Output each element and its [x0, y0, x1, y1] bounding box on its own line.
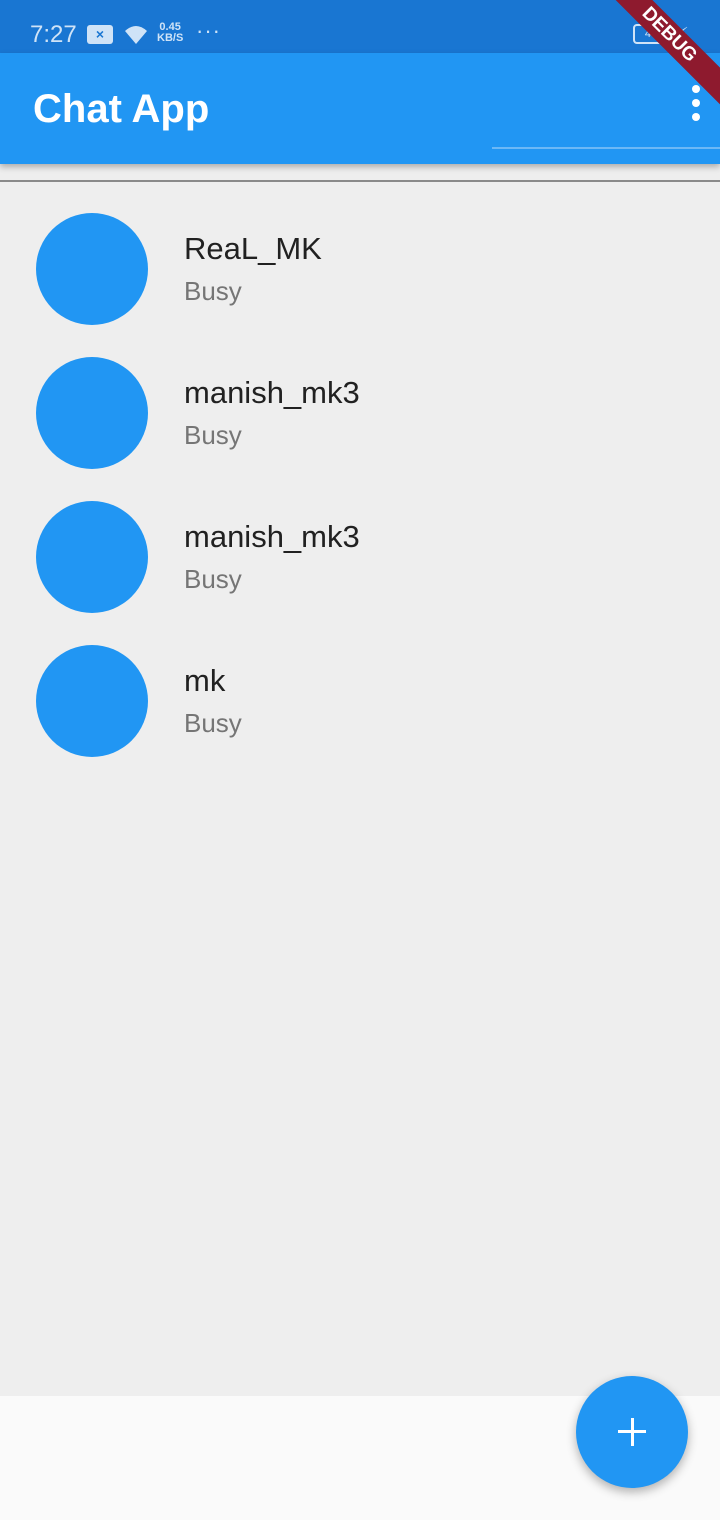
network-speed-unit: KB/S: [157, 32, 184, 44]
chat-name: manish_mk3: [184, 375, 360, 410]
avatar: [36, 501, 148, 613]
chat-list-item[interactable]: manish_mk3 Busy: [0, 501, 720, 645]
sim-no-service-icon: ×: [87, 25, 113, 44]
chat-name: ReaL_MK: [184, 231, 322, 266]
chat-status: Busy: [184, 564, 242, 594]
tab-indicator: [492, 147, 720, 149]
menu-dot: [692, 99, 700, 107]
menu-dot: [692, 113, 700, 121]
add-chat-button[interactable]: [576, 1376, 688, 1488]
chat-status: Busy: [184, 276, 242, 306]
chat-list-item[interactable]: mk Busy: [0, 645, 720, 789]
divider: [0, 180, 720, 182]
chat-name: manish_mk3: [184, 519, 360, 554]
avatar: [36, 357, 148, 469]
avatar: [36, 645, 148, 757]
app-bar: Chat App: [0, 53, 720, 164]
status-bar: 7:27 × 0.45 KB/S ··· 40 ⚡: [0, 0, 720, 53]
wifi-icon: [125, 26, 147, 44]
more-notifications-icon: ···: [196, 18, 221, 43]
chat-list-item[interactable]: ReaL_MK Busy: [0, 213, 720, 357]
status-time: 7:27: [30, 21, 77, 48]
avatar: [36, 213, 148, 325]
app-title: Chat App: [33, 87, 210, 131]
chat-status: Busy: [184, 708, 242, 738]
chat-status: Busy: [184, 420, 242, 450]
chat-name: mk: [184, 663, 226, 698]
network-speed: 0.45 KB/S: [157, 22, 183, 44]
menu-dot: [692, 85, 700, 93]
add-icon: [630, 1418, 634, 1446]
chat-list-item[interactable]: manish_mk3 Busy: [0, 357, 720, 501]
